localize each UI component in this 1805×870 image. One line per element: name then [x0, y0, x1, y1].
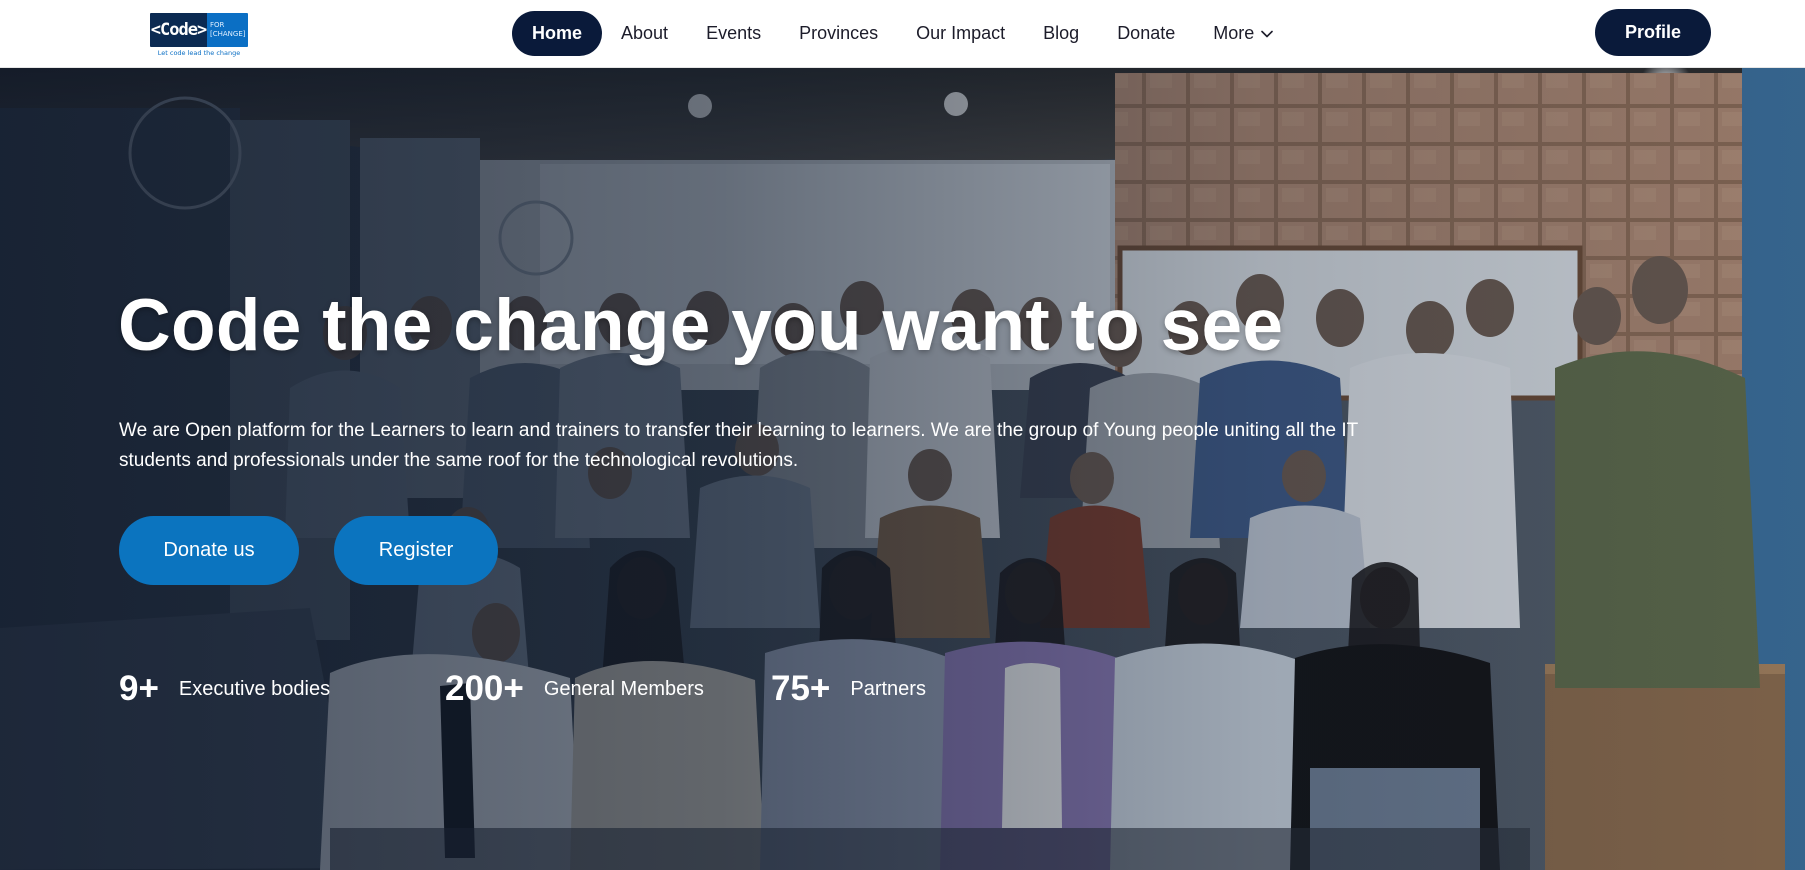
donate-us-button[interactable]: Donate us — [119, 516, 299, 585]
nav-item-blog[interactable]: Blog — [1024, 11, 1098, 56]
hero-title: Code the change you want to see — [118, 285, 1284, 366]
nav-item-more-label: More — [1213, 23, 1255, 43]
stat-value: 75+ — [771, 669, 831, 708]
stat-general-members: 200+ General Members — [445, 669, 704, 709]
nav-item-our-impact[interactable]: Our Impact — [897, 11, 1024, 56]
nav-item-events[interactable]: Events — [687, 11, 780, 56]
stat-executive-bodies: 9+ Executive bodies — [119, 669, 330, 709]
nav-item-home[interactable]: Home — [512, 11, 603, 56]
main-nav: Home About Events Provinces Our Impact B… — [512, 11, 1292, 56]
stat-value: 9+ — [119, 669, 159, 708]
nav-item-more[interactable]: More — [1194, 11, 1292, 56]
stat-partners: 75+ Partners — [771, 669, 926, 709]
logo-for-text: FOR — [210, 21, 225, 29]
logo-mark: <Code> FOR [CHANGE] — [150, 13, 248, 47]
stat-label: Executive bodies — [178, 677, 331, 700]
nav-item-about[interactable]: About — [602, 11, 687, 56]
logo-change-text: [CHANGE] — [210, 30, 246, 38]
site-header: <Code> FOR [CHANGE] Let code lead the ch… — [0, 0, 1805, 68]
chevron-down-icon — [1261, 30, 1274, 38]
profile-button[interactable]: Profile — [1595, 9, 1711, 56]
logo-code-text: <Code> — [150, 13, 207, 47]
nav-item-provinces[interactable]: Provinces — [780, 11, 897, 56]
logo-tagline: Let code lead the change — [157, 49, 241, 57]
stat-label: General Members — [543, 677, 704, 700]
logo[interactable]: <Code> FOR [CHANGE] Let code lead the ch… — [150, 13, 248, 57]
nav-item-donate[interactable]: Donate — [1098, 11, 1194, 56]
logo-right-block: FOR [CHANGE] — [207, 13, 248, 47]
stat-value: 200+ — [445, 669, 524, 708]
stat-label: Partners — [850, 677, 926, 700]
register-button[interactable]: Register — [334, 516, 498, 585]
hero-description: We are Open platform for the Learners to… — [119, 420, 1358, 471]
hero-section: Code the change you want to see We are O… — [0, 68, 1805, 870]
